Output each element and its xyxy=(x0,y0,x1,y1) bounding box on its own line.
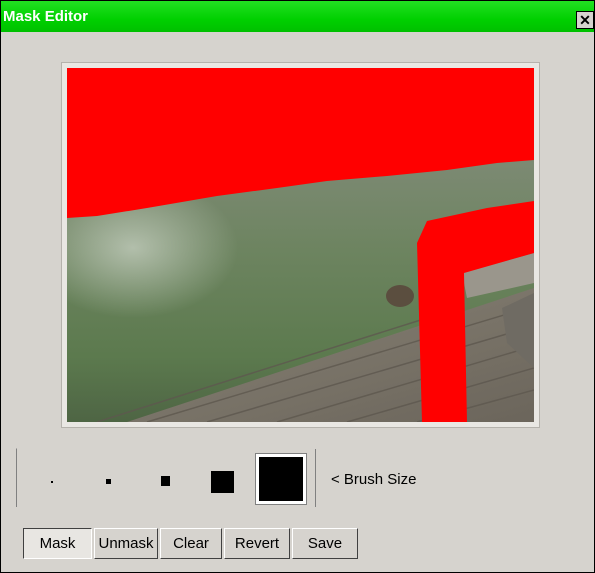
brush-size-medium[interactable] xyxy=(161,476,170,486)
brush-size-panel xyxy=(16,448,316,507)
image-canvas-frame xyxy=(61,62,540,428)
mask-editor-window: Mask Editor ✕ < Brush Size Mask Unmask C… xyxy=(0,0,595,573)
window-title: Mask Editor xyxy=(3,8,89,25)
clear-button[interactable]: Clear xyxy=(160,528,222,559)
close-icon: ✕ xyxy=(579,12,591,28)
brush-size-tiny[interactable] xyxy=(51,481,53,483)
revert-button[interactable]: Revert xyxy=(224,528,290,559)
save-button[interactable]: Save xyxy=(292,528,358,559)
brush-size-large[interactable] xyxy=(211,471,234,493)
brush-size-label: < Brush Size xyxy=(331,471,417,488)
title-bar[interactable]: Mask Editor ✕ xyxy=(1,1,594,32)
mask-button[interactable]: Mask xyxy=(23,528,92,559)
brush-size-small[interactable] xyxy=(106,479,111,484)
brush-size-extra-large-swatch xyxy=(259,457,303,501)
close-button[interactable]: ✕ xyxy=(576,11,594,29)
mask-canvas[interactable] xyxy=(67,68,534,422)
animal-on-lawn xyxy=(386,285,414,307)
unmask-button[interactable]: Unmask xyxy=(94,528,158,559)
brush-size-extra-large[interactable] xyxy=(255,453,307,505)
